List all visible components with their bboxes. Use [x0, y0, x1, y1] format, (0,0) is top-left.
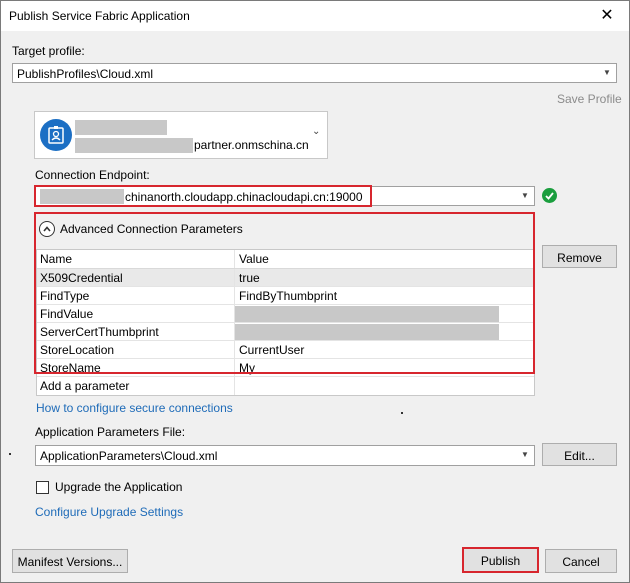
chevron-down-icon: ▼ [521, 191, 529, 200]
account-badge-icon [40, 119, 72, 151]
account-email-suffix: partner.onmschina.cn [194, 138, 309, 152]
app-params-label: Application Parameters File: [35, 425, 186, 439]
target-profile-value: PublishProfiles\Cloud.xml [17, 67, 154, 81]
target-profile-label: Target profile: [12, 44, 85, 58]
redacted-account-name [75, 120, 167, 135]
endpoint-highlight [34, 185, 372, 207]
title-bar: Publish Service Fabric Application ✕ [1, 1, 629, 31]
stray-dot [401, 412, 403, 414]
stray-dot [9, 453, 11, 455]
cancel-button[interactable]: Cancel [545, 549, 617, 573]
upgrade-checkbox[interactable] [36, 481, 49, 494]
configure-upgrade-link[interactable]: Configure Upgrade Settings [35, 505, 183, 519]
chevron-down-icon: ▼ [521, 450, 529, 459]
chevron-down-icon: ⌄ [312, 126, 321, 137]
window-title: Publish Service Fabric Application [9, 9, 190, 23]
target-profile-select[interactable]: PublishProfiles\Cloud.xml ▼ [12, 63, 617, 83]
close-icon[interactable]: ✕ [597, 6, 617, 26]
redacted-account-email [75, 138, 193, 153]
app-params-value: ApplicationParameters\Cloud.xml [40, 449, 218, 463]
publish-dialog: Publish Service Fabric Application ✕ Tar… [0, 0, 630, 583]
chevron-down-icon: ▼ [603, 68, 611, 77]
secure-connections-link[interactable]: How to configure secure connections [36, 401, 233, 415]
advanced-params-highlight [34, 212, 535, 374]
add-parameter-label: Add a parameter [40, 379, 130, 393]
account-picker[interactable]: partner.onmschina.cn ⌄ [34, 111, 328, 159]
app-params-select[interactable]: ApplicationParameters\Cloud.xml ▼ [35, 445, 535, 466]
manifest-versions-button[interactable]: Manifest Versions... [12, 549, 128, 573]
save-profile-link[interactable]: Save Profile [557, 92, 622, 106]
remove-button[interactable]: Remove [542, 245, 617, 268]
check-ok-icon [542, 188, 557, 203]
add-parameter-row[interactable]: Add a parameter [37, 377, 534, 395]
publish-button[interactable]: Publish [462, 547, 539, 573]
connection-endpoint-label: Connection Endpoint: [35, 168, 150, 182]
edit-button[interactable]: Edit... [542, 443, 617, 466]
upgrade-checkbox-label[interactable]: Upgrade the Application [55, 480, 182, 494]
